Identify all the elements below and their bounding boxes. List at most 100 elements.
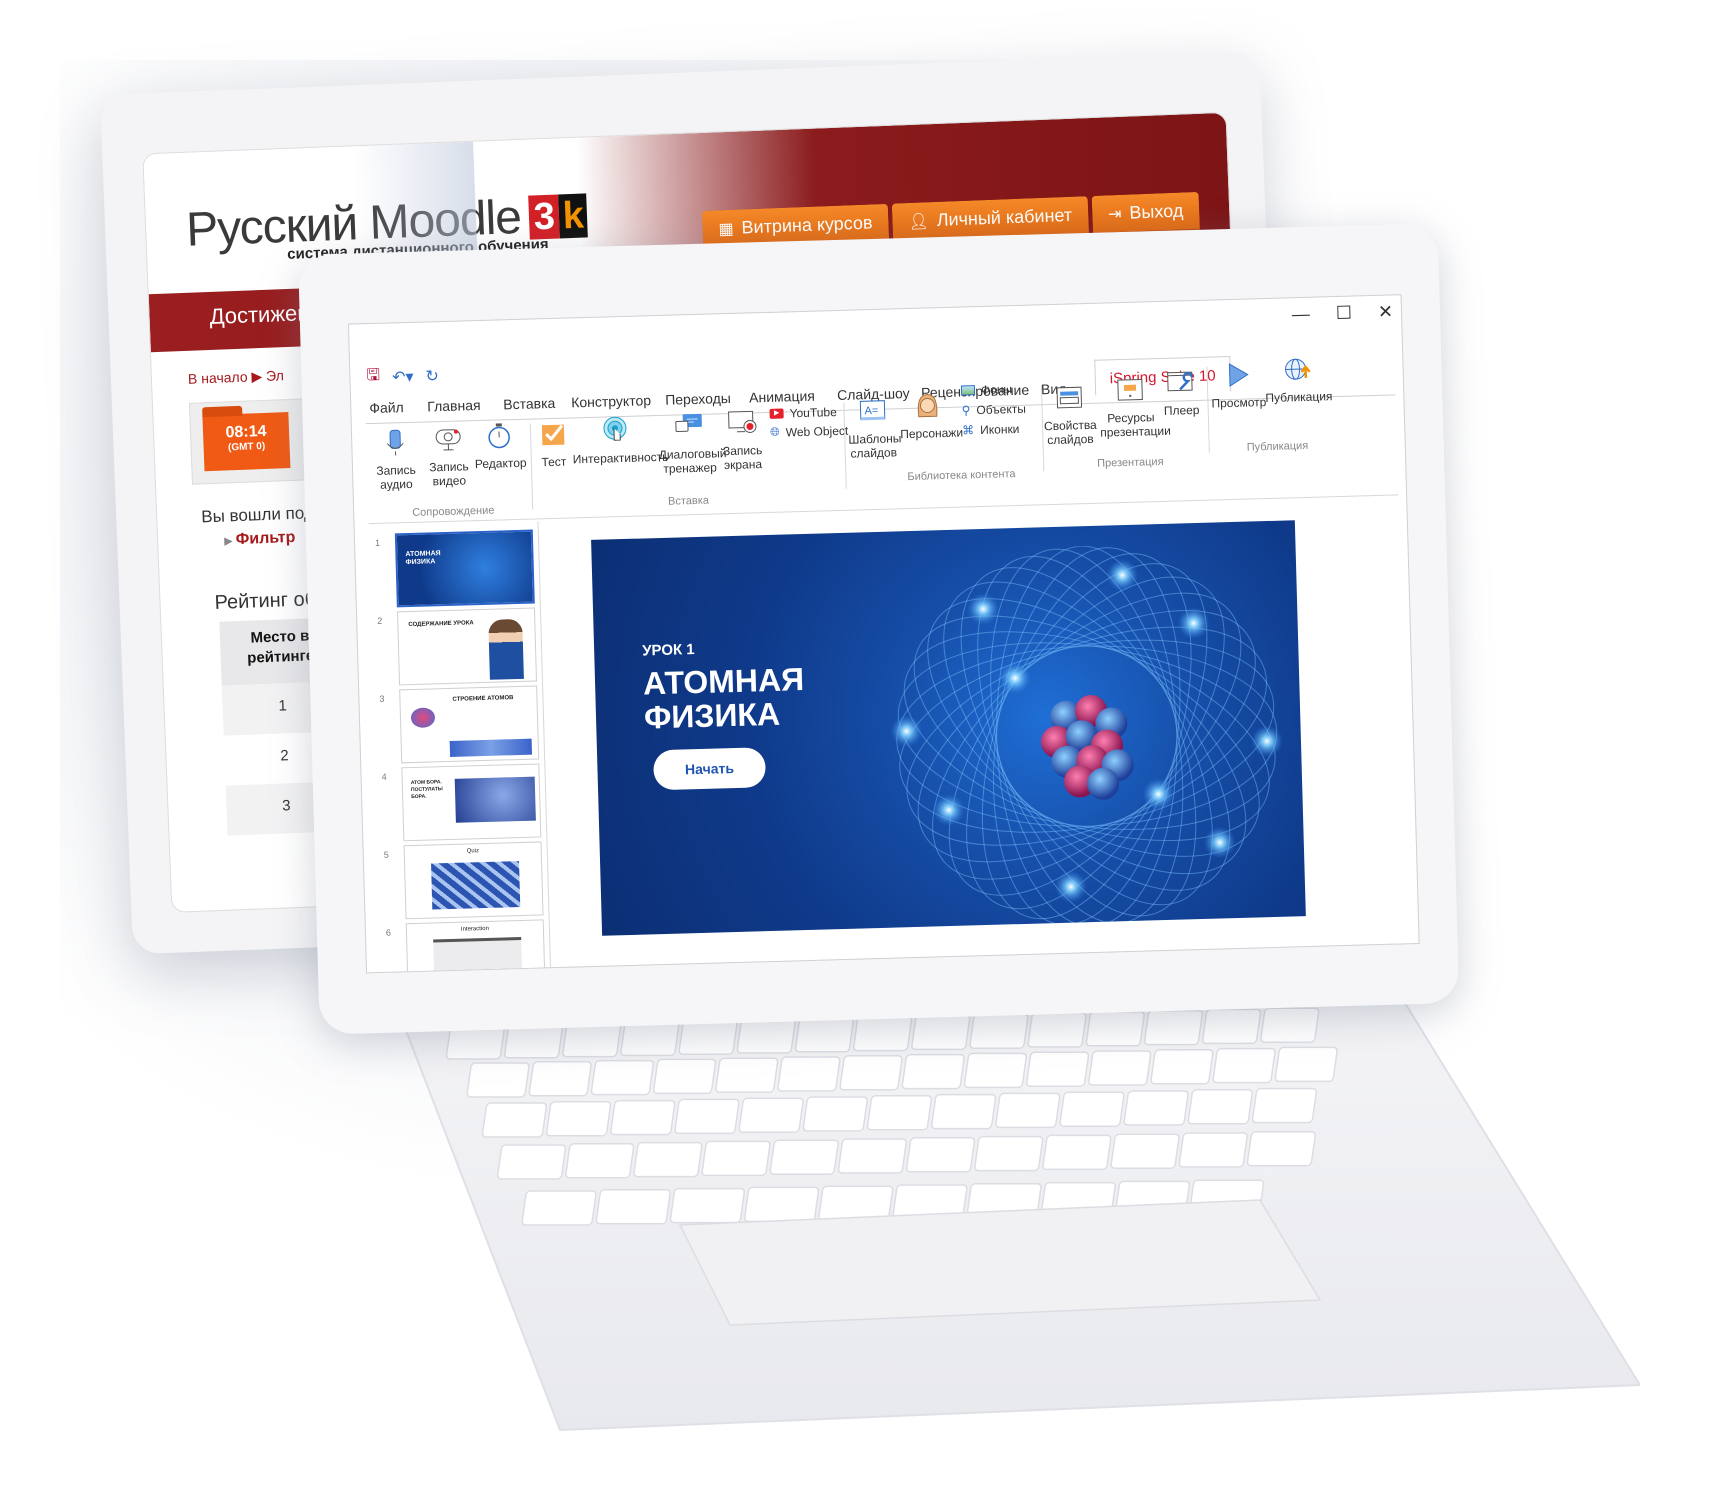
maximize-button[interactable]: ☐ [1336,303,1353,324]
screen-record-button[interactable]: Запись экрана [719,407,765,472]
editor-button[interactable]: Редактор [474,420,527,471]
group-label-insert: Вставка [667,494,710,508]
keyboard-key [466,1062,530,1098]
quiz-button[interactable]: Тест [536,418,571,469]
tab-animations[interactable]: Анимация [749,388,815,406]
keyboard-key [1251,1087,1318,1124]
clock-folder-icon: 08:14 (GMT 0) [202,412,291,472]
keyboard-key [481,1102,548,1138]
objects-button[interactable]: ⚲ Объекты [961,402,1026,418]
command-icon: ⌘ [961,423,975,438]
slide-thumb-title: АТОМНАЯ ФИЗИКА [405,550,441,567]
slide-thumbnail-4[interactable]: АТОМ БОРА. ПОСТУЛАТЫ БОРА. [401,763,542,842]
publish-button[interactable]: Публикация [1264,353,1333,405]
backgrounds-button[interactable]: Фоны [960,382,1012,397]
quick-access-toolbar: 🖫 ↶▾ ↻ [366,362,439,391]
redo-icon[interactable]: ↻ [425,366,439,386]
keyboard-key [905,1137,976,1173]
start-button[interactable]: Начать [652,747,767,791]
screen-record-icon [728,410,757,433]
window-controls: — ☐ ✕ [1292,301,1394,325]
slide-thumb-title: АТОМ БОРА. ПОСТУЛАТЫ БОРА. [410,779,443,801]
presentation-resources-button[interactable]: Ресурсы презентации [1099,374,1171,440]
keyboard-key [633,1141,703,1178]
ribbon-separator [529,423,534,510]
grid-icon: ▦ [718,220,734,238]
filter-toggle[interactable]: Фильтр [224,529,296,550]
interactivity-button[interactable]: Интерактивность [572,414,669,466]
slide-properties-button[interactable]: Свойства слайдов [1043,382,1097,447]
electron-glow [1250,725,1283,758]
record-audio-button[interactable]: Запись аудио [370,427,422,492]
youtube-button[interactable]: ▶ YouTube [769,405,837,421]
save-icon[interactable]: 🖫 [366,364,380,391]
slide-thumbnail-6[interactable]: Interaction [405,919,546,974]
interaction-image [433,937,523,974]
keyboard-key [1187,1089,1253,1125]
web-object-label: Web Object [785,423,849,439]
user-icon: 👤︎ [908,212,930,231]
microscope-images [449,738,533,757]
quiz-image [431,861,521,910]
tab-transitions[interactable]: Переходы [665,390,731,408]
record-video-button[interactable]: Запись видео [422,423,476,488]
slide-number: 5 [383,849,389,860]
minimize-button[interactable]: — [1292,304,1311,325]
keyboard-key [595,1189,671,1225]
keyboard-key [837,1138,907,1174]
breadcrumb[interactable]: В начало ▶ Эл [188,367,285,388]
dialogue-simulator-label: Диалоговый тренажер [658,446,727,476]
tab-home[interactable]: Главная [427,397,481,414]
slide-thumbnail-5[interactable]: Quiz [403,841,544,920]
keyboard-key [1150,1049,1214,1085]
slide-thumbnail-1[interactable]: АТОМНАЯ ФИЗИКА [394,529,535,608]
keyboard-key [818,1185,894,1221]
player-button[interactable]: Плеер [1160,367,1201,418]
keyboard-key [1110,1133,1180,1169]
undo-icon[interactable]: ↶▾ [392,366,414,387]
keyboard-key [1027,1012,1087,1048]
characters-button[interactable]: Персонажи [899,390,963,441]
character-woman-icon [917,393,938,418]
keyboard-key [1274,1046,1338,1083]
slide-thumbnail-2[interactable]: СОДЕРЖАНИЕ УРОКА [396,607,538,686]
keyboard-key [610,1099,676,1136]
interactivity-label: Интерактивность [572,449,669,467]
keyboard-key [963,1052,1028,1089]
logo-badge: 3 k [528,193,589,240]
close-button[interactable]: ✕ [1378,301,1394,322]
web-object-button[interactable]: 🌐︎ Web Object [770,423,848,440]
nucleus [1040,695,1134,800]
presenter-image [488,618,524,680]
dialogue-simulator-button[interactable]: Диалоговый тренажер [658,410,727,476]
keyboard-key [1201,1008,1262,1045]
slide-title-line1: АТОМНАЯ [642,661,805,702]
icons-button[interactable]: ⌘ Иконки [962,422,1020,438]
slide-thumbnail-3[interactable]: СТРОЕНИЕ АТОМОВ [399,685,540,764]
tab-design[interactable]: Конструктор [571,392,651,410]
youtube-icon: ▶ [769,408,784,419]
slide-number: 6 [385,927,392,938]
logo-badge-3: 3 [528,194,561,240]
slide-thumbnails-panel[interactable]: 1 АТОМНАЯ ФИЗИКА 2 СОДЕРЖАНИЕ УРОКА 3 СТ… [368,521,552,974]
electron-glow [1054,870,1087,903]
keyboard-key [521,1190,597,1226]
slide-number: 2 [377,615,383,626]
keyboard-key [545,1101,612,1137]
keyboard-key [652,1058,717,1095]
keyboard-key [528,1061,592,1097]
main-slide-canvas[interactable]: УРОК 1 АТОМНАЯ ФИЗИКА Начать [591,520,1306,936]
tab-file[interactable]: Файл [369,399,404,416]
player-label: Плеер [1163,402,1200,418]
keyboard-key [715,1057,779,1093]
keyboard-key [678,1019,738,1055]
group-label-publish: Публикация [1246,439,1309,454]
keyboard-key [736,1018,796,1054]
keyboard-key [1059,1091,1125,1127]
atom-image [410,707,436,729]
tab-insert[interactable]: Вставка [503,395,555,412]
slide-templates-button[interactable]: A= Шаблоны слайдов [847,395,902,461]
slide-properties-label: Свойства слайдов [1043,417,1097,448]
preview-button[interactable]: Просмотр [1210,359,1266,411]
keyboard-key [565,1143,635,1179]
